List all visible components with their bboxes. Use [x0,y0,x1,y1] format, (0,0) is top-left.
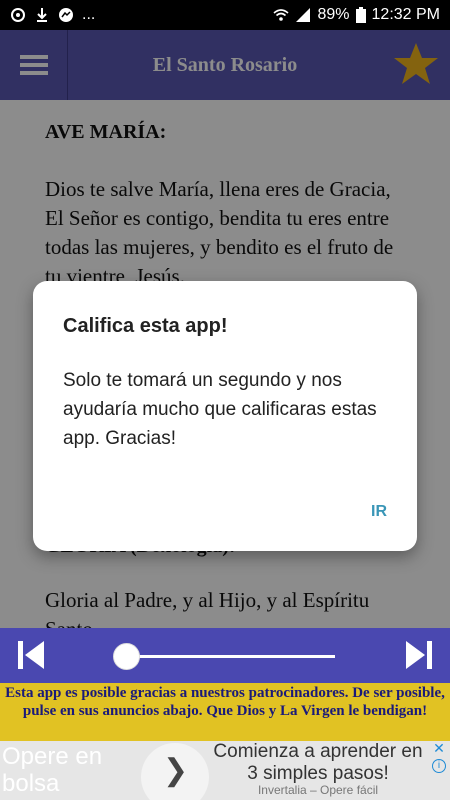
cloud-icon [59,8,73,22]
info-icon[interactable]: i [432,759,446,773]
ad-left-text[interactable]: Opere en bolsa [2,743,137,797]
dialog-go-button[interactable]: IR [371,503,387,521]
audio-player-bar [0,628,450,683]
dialog-message: Solo te tomará un segundo y nos ayudaría… [63,370,377,449]
dialog-title: Califica esta app! [63,315,228,337]
ad-headline[interactable]: Comienza a aprender en 3 simples pasos! [208,741,428,785]
status-time: 12:32 PM [371,6,440,23]
wifi-icon [273,9,290,21]
status-bar-left: ... [10,6,95,24]
chevron-right-icon[interactable]: ❯ [163,753,188,788]
download-icon [37,8,47,22]
skip-next-icon[interactable] [404,639,434,671]
sync-icon [11,8,25,22]
status-bar-right: 89% 12:32 PM [273,6,440,24]
progress-track[interactable] [120,655,335,658]
sponsor-notice: Esta app es posible gracias a nuestros p… [0,683,450,741]
status-bar: ... 89% 12:32 PM [0,0,450,30]
rate-app-dialog: Califica esta app! Solo te tomará un seg… [33,281,417,551]
signal-icon [296,8,311,22]
close-icon[interactable]: ✕ [432,741,446,755]
status-more: ... [82,6,96,23]
ad-banner[interactable]: Opere en bolsa ❯ Comienza a aprender en … [0,741,450,800]
battery-icon [355,7,366,23]
ad-source[interactable]: Invertalia – Opere fácil [208,783,428,797]
progress-thumb[interactable] [113,643,140,670]
battery-percent: 89% [317,6,350,23]
skip-previous-icon[interactable] [16,639,46,671]
